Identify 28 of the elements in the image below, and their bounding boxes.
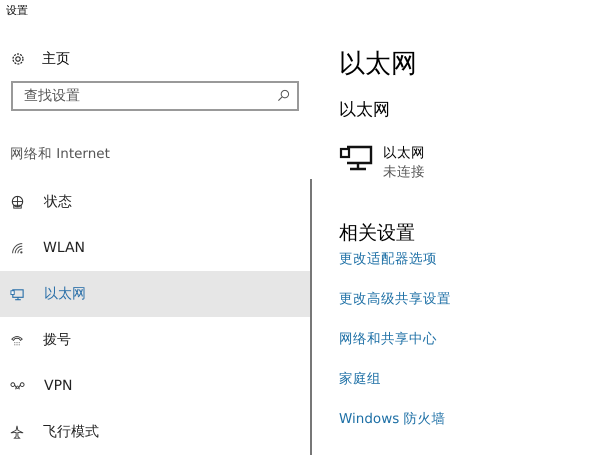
search-field[interactable]: 查找设置 (11, 80, 299, 111)
search-icon (277, 88, 290, 102)
settings-link[interactable]: Windows 防火墙 (339, 410, 446, 450)
adapter-status: 未连接 (383, 163, 425, 182)
related-settings-heading: 相关设置 (339, 221, 416, 246)
adapter-name: 以太网 (383, 144, 425, 163)
page-subtitle: 以太网 (339, 99, 391, 122)
monitor-icon (339, 144, 373, 172)
globe-icon (10, 194, 25, 210)
nav-item[interactable]: 拨号 (0, 317, 313, 363)
airplane-icon (10, 425, 24, 439)
window-title: 设置 (5, 3, 29, 19)
home-link[interactable]: 主页 (0, 38, 313, 81)
settings-link[interactable]: 家庭组 (339, 370, 381, 410)
nav-item[interactable]: 以太网 (0, 271, 310, 317)
gear-icon (10, 51, 26, 68)
nav-item[interactable]: 状态 (0, 179, 313, 225)
settings-link[interactable]: 网络和共享中心 (339, 330, 437, 370)
wifi-icon (10, 241, 24, 255)
settings-link[interactable]: 更改高级共享设置 (339, 290, 451, 330)
nav-item[interactable]: VPN (0, 363, 313, 409)
monitor-icon (10, 286, 25, 302)
nav-item[interactable]: 飞行模式 (0, 409, 313, 455)
page-title: 以太网 (339, 48, 418, 81)
nav-item[interactable]: WLAN (0, 225, 313, 271)
phone-icon (10, 333, 24, 347)
section-heading: 网络和 Internet (9, 144, 111, 164)
settings-link[interactable]: 更改适配器选项 (339, 250, 437, 290)
